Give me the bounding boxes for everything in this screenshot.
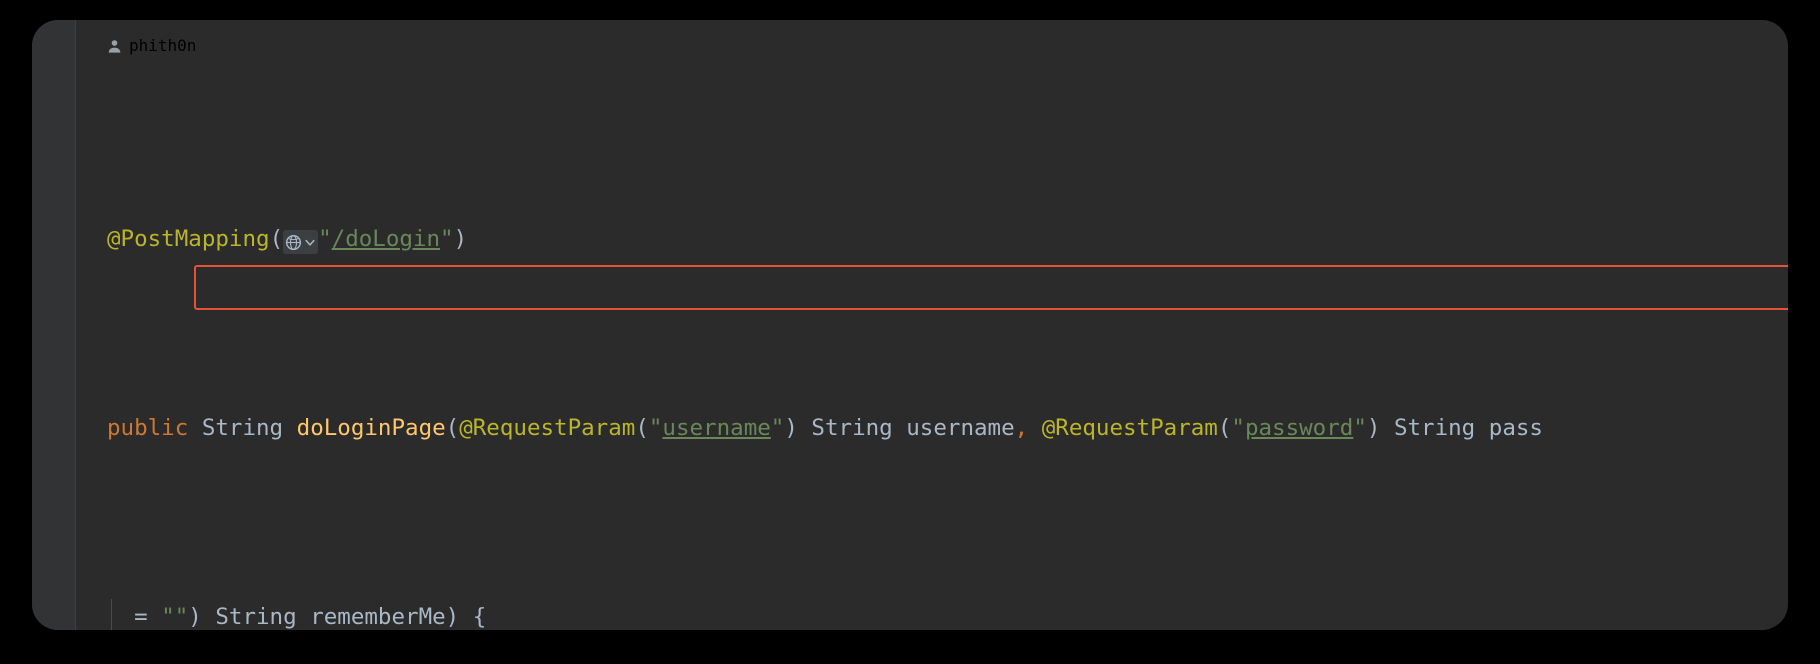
code-line-2[interactable]: public String doLoginPage(@RequestParam(… <box>32 410 1788 448</box>
code-content[interactable]: @PostMapping( "/doLogin") public String d… <box>32 70 1788 630</box>
code-line-2-text: public String doLoginPage(@RequestParam(… <box>107 415 1543 442</box>
token-method-dologinpage[interactable]: doLoginPage <box>297 415 446 441</box>
code-editor-panel: phith0n @PostMapping( "/doLogin") public … <box>32 20 1788 630</box>
token-string-password[interactable]: password <box>1245 415 1353 441</box>
token-string-empty: "" <box>161 604 189 630</box>
vcs-author-name: phith0n <box>129 35 197 55</box>
code-line-1-text: @PostMapping( "/doLogin") <box>107 221 467 259</box>
token-paren-open: ( <box>269 226 284 253</box>
token-string-dologin[interactable]: /doLogin <box>332 226 440 252</box>
token-annotation-requestparam-2: @RequestParam <box>1041 415 1218 442</box>
token-annotation-postmapping: @PostMapping <box>107 226 270 253</box>
screenshot-root: phith0n @PostMapping( "/doLogin") public … <box>0 0 1820 664</box>
token-type-string: String <box>201 415 284 442</box>
token-quote: " <box>440 226 454 253</box>
code-line-3[interactable]: = "") String rememberMe) { <box>32 599 1788 630</box>
token-quote: " <box>318 226 332 253</box>
token-keyword-public: public <box>107 415 189 442</box>
code-line-1[interactable]: @PostMapping( "/doLogin") <box>32 221 1788 259</box>
token-annotation-requestparam-1: @RequestParam <box>459 415 636 442</box>
code-line-3-text: = "") String rememberMe) { <box>107 604 487 630</box>
person-icon <box>107 39 122 54</box>
chevron-down-icon <box>305 239 315 246</box>
token-paren-close: ) <box>453 226 468 253</box>
vcs-author-annotation: phith0n <box>107 26 196 64</box>
token-string-username[interactable]: username <box>662 415 770 441</box>
globe-icon[interactable] <box>283 229 319 254</box>
